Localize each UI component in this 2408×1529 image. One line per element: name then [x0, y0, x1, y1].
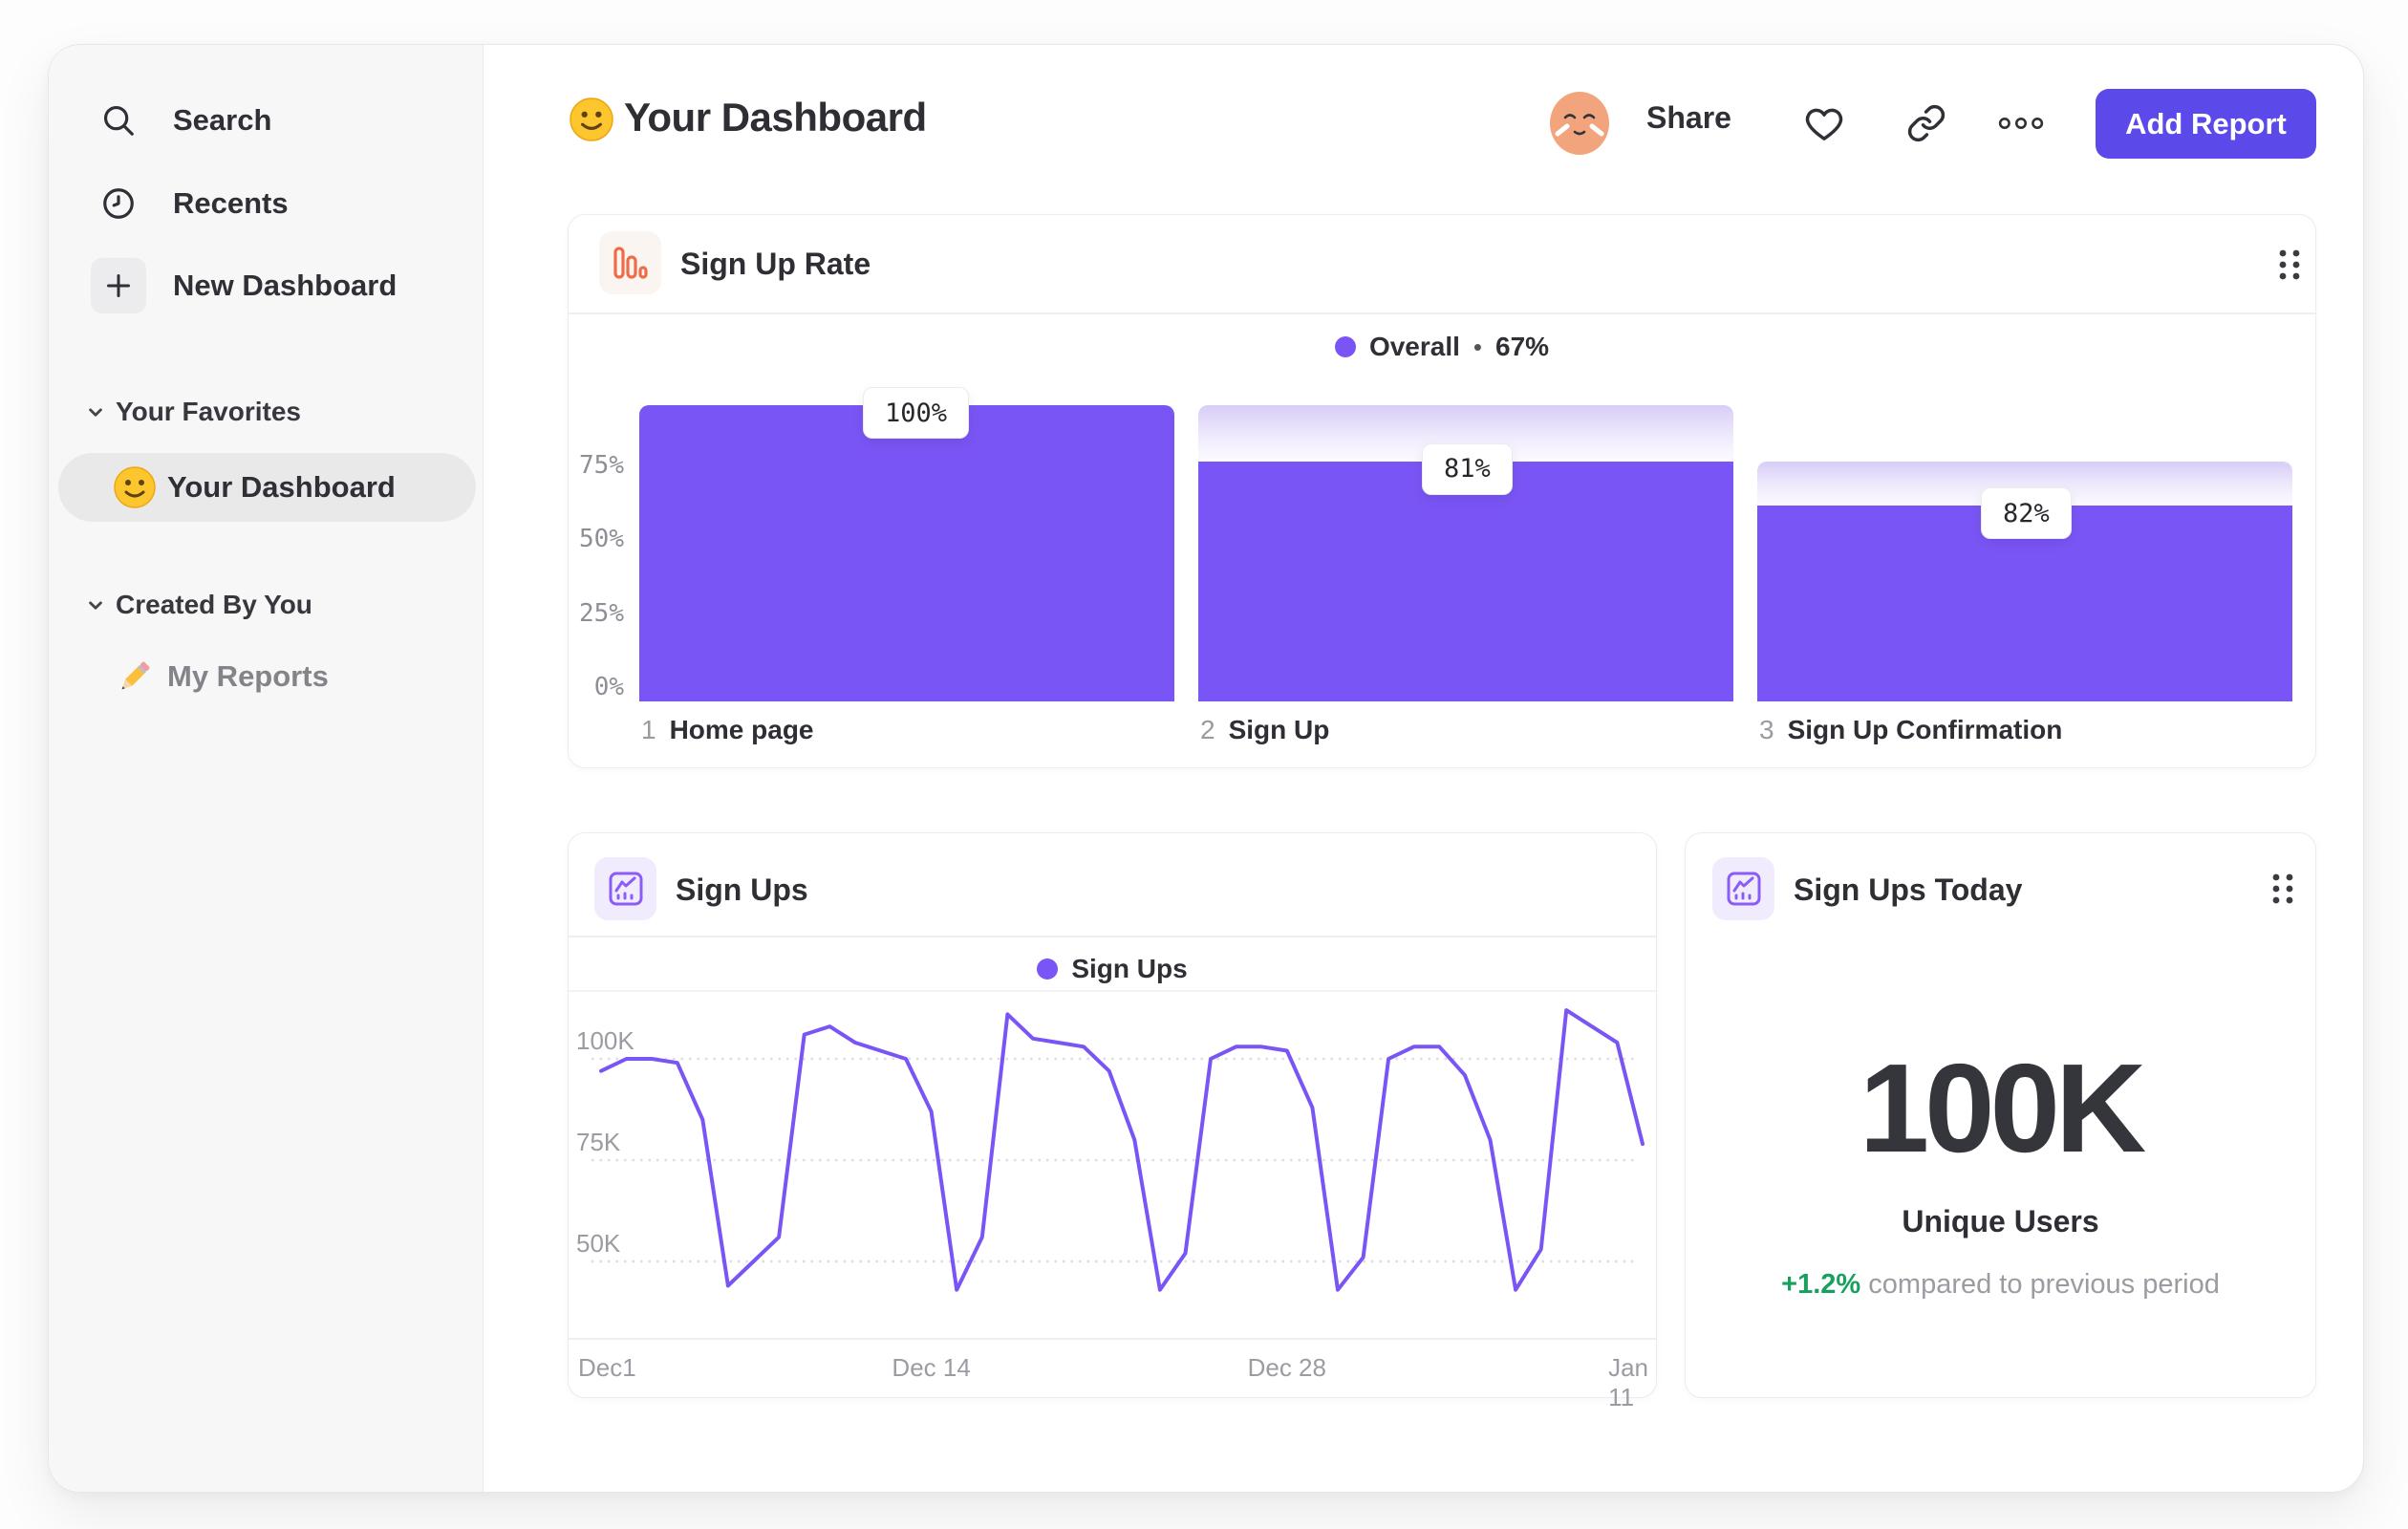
sidebar-item-label: Recents	[173, 186, 289, 220]
sidebar-section-your-favorites[interactable]: Your Favorites	[49, 389, 484, 435]
line-x-tick: Dec1	[578, 1353, 636, 1382]
sidebar-item-your-dashboard[interactable]: Your Dashboard	[58, 453, 476, 522]
section-title: Your Favorites	[116, 397, 301, 426]
app-window: Search Recents New Dashboard Your Favori…	[48, 44, 2364, 1493]
sidebar-item-recents[interactable]: Recents	[49, 173, 484, 234]
dashboard-title-emoji-icon	[570, 97, 613, 141]
share-button[interactable]: Share	[1646, 100, 1731, 136]
funnel-step-label: 1 Home page	[641, 715, 814, 744]
plus-icon	[91, 258, 146, 313]
line-chart-icon	[1712, 857, 1774, 920]
add-report-button[interactable]: Add Report	[2096, 89, 2316, 159]
sidebar-item-search[interactable]: Search	[49, 90, 484, 151]
sign-ups-card: Sign Ups Sign Ups 100K 75K 50K Dec1 Dec 14 De…	[568, 832, 1657, 1411]
drag-handle-icon[interactable]	[2270, 872, 2295, 906]
sidebar: Search Recents New Dashboard Your Favori…	[49, 45, 484, 1492]
section-title: Created By You	[116, 590, 312, 619]
metric-value: 100K	[1859, 1038, 2147, 1178]
sign-ups-series-line	[599, 1008, 1645, 1292]
sidebar-item-label: Search	[173, 103, 272, 137]
sidebar-item-label: New Dashboard	[173, 269, 398, 302]
divider	[569, 1338, 1656, 1340]
funnel-bar[interactable]	[1198, 461, 1733, 701]
funnel-value-badge: 100%	[863, 387, 970, 439]
funnel-step-label: 2 Sign Up	[1200, 715, 1330, 744]
sidebar-item-my-reports[interactable]: My Reports	[58, 646, 476, 707]
funnel-value-badge: 82%	[1981, 487, 2072, 540]
favorite-heart-icon[interactable]	[1801, 100, 1847, 146]
sign-ups-today-card: Sign Ups Today 100K Unique Users +1.2% c…	[1685, 832, 2316, 1398]
more-options-ellipsis-icon[interactable]	[1998, 100, 2044, 146]
sidebar-item-label: Your Dashboard	[167, 470, 396, 504]
line-x-tick: Jan 11	[1608, 1353, 1648, 1411]
chevron-down-icon	[83, 592, 108, 617]
sign-ups-line-chart	[591, 1008, 1645, 1292]
funnel-bar[interactable]	[639, 405, 1174, 701]
sidebar-item-new-dashboard[interactable]: New Dashboard	[49, 255, 484, 316]
line-x-tick: Dec 28	[1247, 1353, 1326, 1382]
funnel-y-tick: 0%	[593, 673, 624, 701]
funnel-value-badge: 81%	[1422, 442, 1513, 495]
chevron-down-icon	[83, 399, 108, 424]
search-icon	[91, 93, 146, 148]
clock-icon	[91, 176, 146, 231]
funnel-plot: 75% 50% 25% 0% 100% 1 Home page 81% 2 Sign Up 82% 3…	[569, 215, 2315, 767]
line-x-tick: Dec 14	[892, 1353, 971, 1382]
metric-delta-note: compared to previous period	[1868, 1269, 2220, 1300]
line-plot: 100K 75K 50K Dec1 Dec 14 Dec 28 Jan 11	[569, 833, 1656, 1411]
funnel-step-label: 3 Sign Up Confirmation	[1759, 715, 2063, 744]
pencil-emoji-icon	[114, 656, 156, 698]
smiley-emoji-icon	[114, 466, 156, 508]
line-y-tick: 75K	[576, 1128, 621, 1156]
funnel-y-tick: 50%	[579, 525, 624, 553]
avatar[interactable]	[1548, 92, 1611, 155]
page-title: Your Dashboard	[624, 95, 927, 140]
card-title: Sign Ups Today	[1794, 872, 2023, 907]
copy-link-icon[interactable]	[1903, 100, 1949, 146]
sidebar-section-created-by-you[interactable]: Created By You	[49, 582, 484, 628]
funnel-y-tick: 25%	[579, 598, 624, 628]
funnel-y-tick: 75%	[579, 450, 624, 480]
line-y-tick: 100K	[576, 1026, 634, 1055]
sidebar-item-label: My Reports	[167, 659, 329, 693]
line-y-tick: 50K	[576, 1229, 621, 1258]
sign-up-rate-card: Sign Up Rate Overall • 67% 75% 50% 25% 0% 10…	[568, 214, 2316, 768]
metric-delta: +1.2%	[1781, 1269, 1861, 1300]
metric-subtitle: Unique Users	[1902, 1204, 2099, 1238]
metric-delta-row: +1.2% compared to previous period	[1686, 1269, 2315, 1301]
